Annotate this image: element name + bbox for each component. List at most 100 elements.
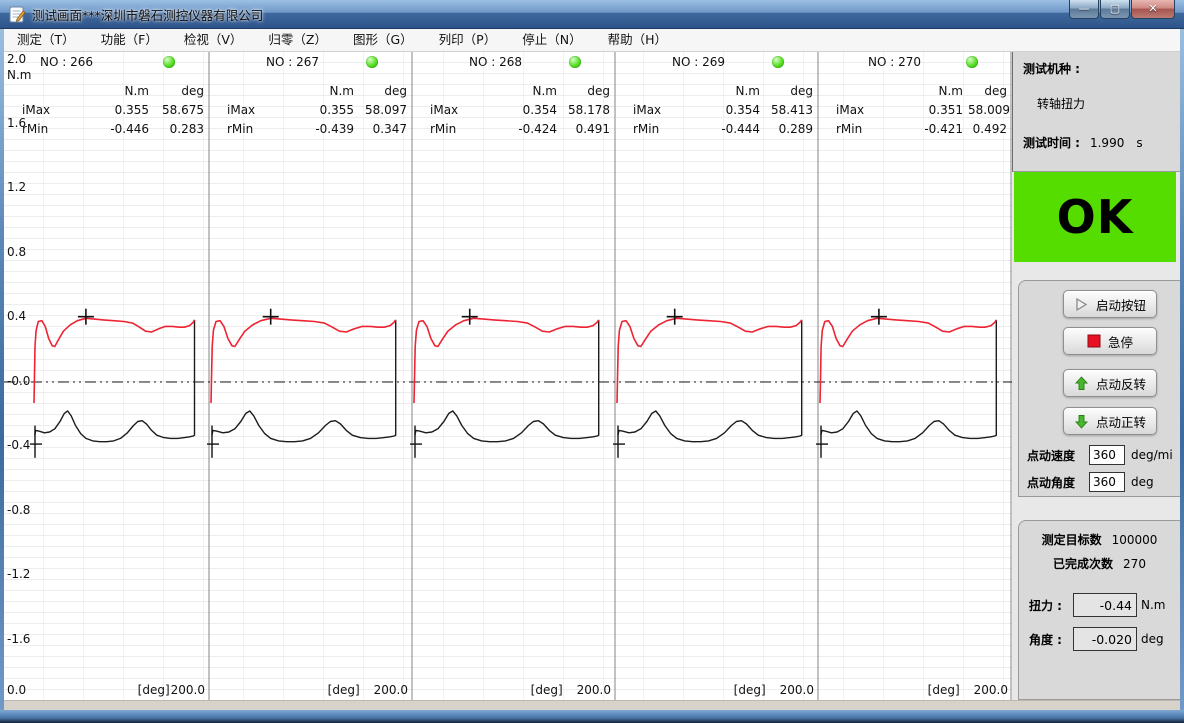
maximize-button[interactable]: ▢: [1100, 0, 1130, 19]
chart-region: 2.0 N.m 1.6 1.2 0.8 0.4 -0.0 -0.4 -0.8 -…: [4, 52, 1012, 700]
result-panel: 测定目标数 100000 已完成次数 270 扭力 : -0.44 N.m 角度…: [1018, 520, 1180, 700]
test-panel-269: NO : 269 N.mdeg iMax0.35458.413 rMin-0.4…: [615, 52, 818, 700]
rmin-deg: 0.289: [765, 122, 818, 136]
panel-no: NO : 266: [40, 55, 93, 69]
window-title: 测试画面***深圳市磐石测控仪器有限公司: [32, 5, 263, 24]
completed-count-value: 270: [1123, 557, 1146, 571]
x-axis-unit: [deg]: [531, 683, 563, 697]
rmin-label: rMin: [615, 122, 667, 136]
menu-zero[interactable]: 归零（Z）: [255, 29, 340, 51]
imax-nm: 0.351: [870, 103, 968, 117]
rmin-deg: 0.492: [968, 122, 1012, 136]
rmin-nm: -0.439: [261, 122, 359, 136]
jog-reverse-button[interactable]: 点动反转: [1063, 369, 1157, 397]
rmin-nm: -0.446: [56, 122, 154, 136]
rmin-nm: -0.444: [667, 122, 765, 136]
imax-label: iMax: [412, 103, 464, 117]
jog-speed-input[interactable]: [1089, 445, 1125, 465]
imax-label: iMax: [818, 103, 870, 117]
imax-deg: 58.675: [154, 103, 209, 117]
panel-no: NO : 270: [868, 55, 921, 69]
completed-count-label: 已完成次数: [1053, 555, 1113, 572]
rmin-nm: -0.421: [870, 122, 968, 136]
x-axis-max: 200.0: [577, 683, 611, 697]
menu-view[interactable]: 检视（V）: [171, 29, 256, 51]
angle-unit: deg: [1141, 632, 1164, 646]
test-panel-267: NO : 267 N.mdeg iMax0.35558.097 rMin-0.4…: [209, 52, 412, 700]
jog-angle-input[interactable]: [1089, 472, 1125, 492]
minimize-button[interactable]: —: [1069, 0, 1099, 19]
status-led-icon: [366, 56, 378, 68]
rmin-deg: 0.491: [562, 122, 615, 136]
menu-print[interactable]: 列印（P）: [426, 29, 510, 51]
menu-graph[interactable]: 图形（G）: [340, 29, 426, 51]
imax-nm: 0.355: [56, 103, 154, 117]
panel-no: NO : 267: [266, 55, 319, 69]
imax-nm: 0.354: [667, 103, 765, 117]
imax-deg: 58.097: [359, 103, 412, 117]
imax-deg: 58.178: [562, 103, 615, 117]
menu-measure[interactable]: 测定（T）: [4, 29, 88, 51]
jog-speed-unit: deg/mi: [1131, 448, 1173, 462]
test-time-unit: s: [1136, 136, 1142, 150]
x-axis-max: 200.0: [171, 683, 205, 697]
imax-label: iMax: [209, 103, 261, 117]
app-icon: [9, 6, 26, 23]
arrow-up-icon: [1074, 376, 1089, 391]
window-frame-left: [0, 29, 4, 710]
menu-stop[interactable]: 停止（N）: [509, 29, 594, 51]
x-axis-max: 200.0: [780, 683, 814, 697]
emergency-stop-button[interactable]: 急停: [1063, 327, 1157, 355]
status-strip: [4, 700, 1180, 710]
x-axis-max: 200.0: [374, 683, 408, 697]
col-header-deg: deg: [359, 84, 412, 98]
panel-no: NO : 269: [672, 55, 725, 69]
torque-label: 扭力 :: [1029, 597, 1073, 614]
rmin-label: rMin: [412, 122, 464, 136]
x-axis-unit: [deg]: [138, 683, 170, 697]
machine-type-value: 转轴扭力: [1037, 95, 1180, 112]
col-header-nm: N.m: [870, 84, 968, 98]
window-frame-bottom: [0, 710, 1184, 723]
start-button[interactable]: 启动按钮: [1063, 290, 1157, 318]
test-time-value: 1.990: [1090, 136, 1124, 150]
window-frame-right: [1180, 29, 1184, 710]
rmin-label: rMin: [4, 122, 56, 136]
arrow-down-icon: [1074, 414, 1089, 429]
jog-angle-unit: deg: [1131, 475, 1154, 489]
menu-bar: 测定（T） 功能（F） 检视（V） 归零（Z） 图形（G） 列印（P） 停止（N…: [4, 29, 1180, 52]
imax-nm: 0.354: [464, 103, 562, 117]
stop-icon: [1087, 334, 1101, 348]
test-panel-270: NO : 270 N.mdeg iMax0.35158.009 rMin-0.4…: [818, 52, 1012, 700]
torque-readout: -0.44: [1073, 593, 1137, 617]
imax-deg: 58.009: [968, 103, 1015, 117]
x-axis-unit: [deg]: [928, 683, 960, 697]
status-led-icon: [163, 56, 175, 68]
rmin-label: rMin: [209, 122, 261, 136]
jog-speed-label: 点动速度: [1027, 447, 1089, 464]
machine-type-label: 测试机种 :: [1023, 60, 1180, 77]
imax-label: iMax: [4, 103, 56, 117]
test-panel-266: NO : 266 N.mdeg iMax0.35558.675 rMin-0.4…: [4, 52, 209, 700]
jog-forward-button[interactable]: 点动正转: [1063, 407, 1157, 435]
app-window: 测试画面***深圳市磐石测控仪器有限公司 — ▢ ✕ 测定（T） 功能（F） 检…: [0, 0, 1184, 723]
col-header-nm: N.m: [56, 84, 154, 98]
imax-deg: 58.413: [765, 103, 818, 117]
rmin-nm: -0.424: [464, 122, 562, 136]
x-axis-unit: [deg]: [734, 683, 766, 697]
torque-unit: N.m: [1141, 598, 1165, 612]
test-info-panel: 测试机种 : 转轴扭力 测试时间 :1.990s: [1012, 52, 1180, 172]
col-header-nm: N.m: [667, 84, 765, 98]
imax-label: iMax: [615, 103, 667, 117]
menu-help[interactable]: 帮助（H）: [595, 29, 680, 51]
status-led-icon: [569, 56, 581, 68]
title-bar: 测试画面***深圳市磐石测控仪器有限公司 — ▢ ✕: [0, 0, 1184, 29]
jog-angle-label: 点动角度: [1027, 474, 1089, 491]
col-header-nm: N.m: [464, 84, 562, 98]
rmin-deg: 0.283: [154, 122, 209, 136]
status-indicator: OK: [1014, 172, 1176, 262]
status-led-icon: [772, 56, 784, 68]
angle-readout: -0.020: [1073, 627, 1137, 651]
close-button[interactable]: ✕: [1131, 0, 1175, 19]
menu-function[interactable]: 功能（F）: [88, 29, 171, 51]
